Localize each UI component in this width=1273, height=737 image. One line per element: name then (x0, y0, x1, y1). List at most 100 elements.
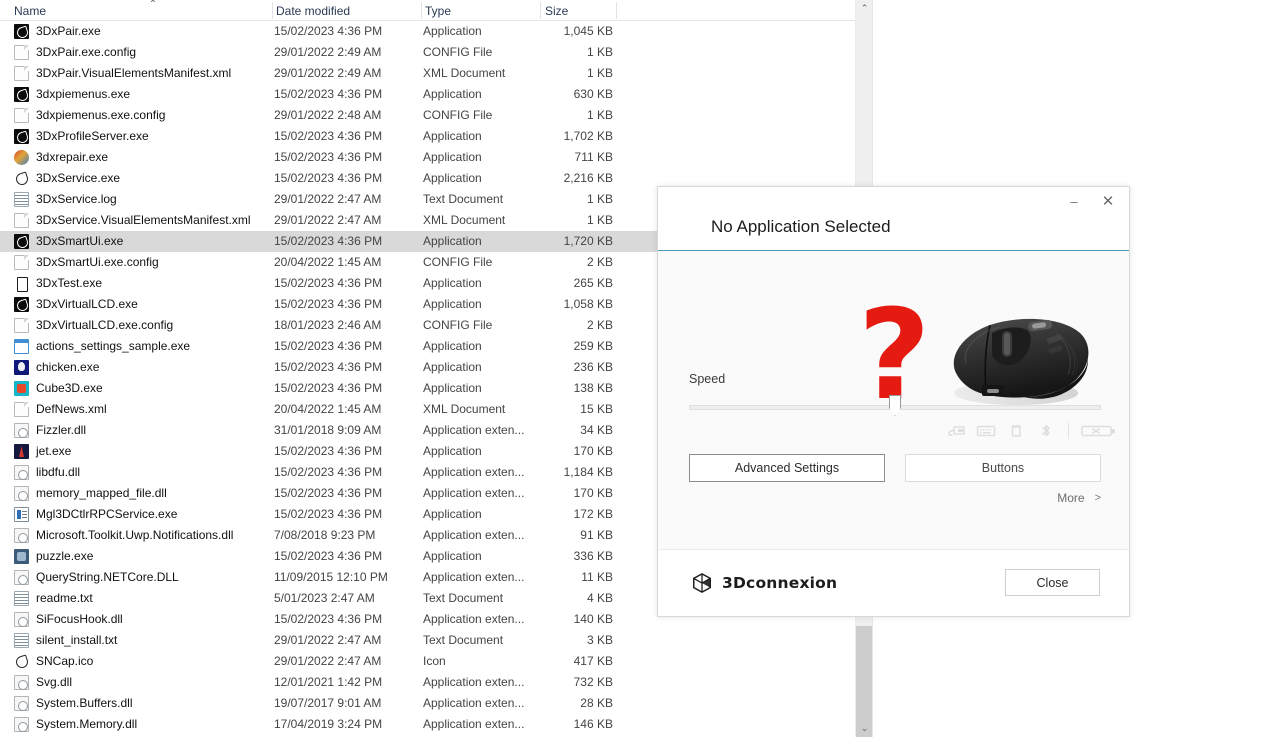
document-icon (14, 66, 29, 81)
size-cell: 265 KB (573, 276, 613, 290)
size-cell: 1 KB (586, 213, 613, 227)
repair-icon (14, 150, 29, 165)
file-row[interactable]: 3dxrepair.exe 15/02/2023 4:36 PM Applicati… (0, 147, 861, 168)
battery-empty-icon (1081, 425, 1115, 437)
puzzle-icon (14, 549, 29, 564)
type-cell: Application exten... (423, 612, 525, 626)
scroll-down-icon[interactable]: ⌄ (856, 720, 873, 737)
size-cell: 170 KB (573, 444, 613, 458)
text-document-icon (14, 192, 29, 207)
date-modified-cell: 29/01/2022 2:48 AM (274, 108, 382, 122)
dialog-titlebar[interactable]: – ✕ (658, 187, 1129, 217)
file-name-cell: 3dxpiemenus.exe (36, 87, 131, 101)
file-row[interactable]: 3DxPair.exe.config 29/01/2022 2:49 AM CONF… (0, 42, 861, 63)
close-button[interactable]: Close (1005, 569, 1100, 596)
text-document-icon (14, 633, 29, 648)
file-name-cell: Cube3D.exe (36, 381, 103, 395)
window-icon (14, 339, 29, 354)
test-icon (14, 276, 29, 292)
file-row[interactable]: silent_install.txt 29/01/2022 2:47 AM Text… (0, 630, 861, 651)
file-row[interactable]: 3dxpiemenus.exe 15/02/2023 4:36 PM Applica… (0, 84, 861, 105)
date-modified-cell: 12/01/2021 1:42 PM (274, 675, 383, 689)
date-modified-cell: 19/07/2017 9:01 AM (274, 696, 382, 710)
column-divider[interactable] (616, 2, 617, 19)
type-cell: Text Document (423, 591, 504, 605)
file-row[interactable]: System.Memory.dll 17/04/2019 3:24 PM Appli… (0, 714, 861, 735)
close-icon[interactable]: ✕ (1095, 191, 1121, 213)
dialog-footer: 3Dconnexion Close (658, 549, 1129, 616)
document-icon (14, 45, 29, 60)
date-modified-cell: 17/04/2019 3:24 PM (274, 717, 383, 731)
more-link[interactable]: More > (1057, 491, 1101, 505)
brand-name: 3Dconnexion (722, 574, 838, 592)
advanced-settings-button[interactable]: Advanced Settings (689, 454, 885, 482)
cube-icon (14, 654, 29, 669)
dll-icon (14, 423, 29, 438)
file-row[interactable]: 3DxPair.exe 15/02/2023 4:36 PM Application… (0, 21, 861, 42)
file-name-cell: Mgl3DCtlrRPCService.exe (36, 507, 178, 521)
size-cell: 2 KB (586, 255, 613, 269)
app-3dx-icon (14, 129, 29, 144)
size-cell: 1 KB (586, 108, 613, 122)
date-modified-cell: 20/04/2022 1:45 AM (274, 402, 382, 416)
type-cell: Application (423, 87, 482, 101)
file-row[interactable]: System.Buffers.dll 19/07/2017 9:01 AM Appl… (0, 693, 861, 714)
file-name-cell: 3DxVirtualLCD.exe (36, 297, 138, 311)
text-document-icon (14, 591, 29, 606)
dialog-body: ? Speed Advanced Settings Buttons More > (658, 251, 1129, 549)
speed-slider[interactable] (689, 395, 1101, 416)
file-name-cell: memory_mapped_file.dll (36, 486, 167, 500)
column-header-date-modified[interactable]: Date modified (276, 4, 350, 18)
file-name-cell: SNCap.ico (36, 654, 94, 668)
size-cell: 630 KB (573, 87, 613, 101)
chevron-right-icon: > (1094, 492, 1101, 504)
type-cell: Application exten... (423, 717, 525, 731)
dll-icon (14, 528, 29, 543)
date-modified-cell: 15/02/2023 4:36 PM (274, 360, 383, 374)
file-row[interactable]: 3DxProfileServer.exe 15/02/2023 4:36 PM Ap… (0, 126, 861, 147)
document-icon (14, 213, 29, 228)
date-modified-cell: 7/08/2018 9:23 PM (274, 528, 376, 542)
buttons-button[interactable]: Buttons (905, 454, 1101, 482)
type-cell: Application (423, 339, 482, 353)
column-divider[interactable] (272, 2, 273, 19)
size-cell: 3 KB (586, 633, 613, 647)
size-cell: 4 KB (586, 591, 613, 605)
type-cell: Application (423, 234, 482, 248)
date-modified-cell: 29/01/2022 2:47 AM (274, 192, 382, 206)
column-divider[interactable] (421, 2, 422, 19)
dll-icon (14, 486, 29, 501)
speed-label: Speed (689, 372, 726, 386)
file-name-cell: libdfu.dll (36, 465, 81, 479)
file-row[interactable]: 3DxPair.VisualElementsManifest.xml 29/01/… (0, 63, 861, 84)
type-cell: Application (423, 444, 482, 458)
size-cell: 732 KB (573, 675, 613, 689)
minimize-icon[interactable]: – (1061, 191, 1087, 213)
size-cell: 1 KB (586, 45, 613, 59)
file-row[interactable]: SNCap.ico 29/01/2022 2:47 AM Icon 417 KB (0, 651, 861, 672)
type-cell: Application exten... (423, 486, 525, 500)
dll-icon (14, 717, 29, 732)
file-name-cell: System.Buffers.dll (36, 696, 133, 710)
column-header-size[interactable]: Size (545, 4, 568, 18)
date-modified-cell: 18/01/2023 2:46 AM (274, 318, 382, 332)
scroll-up-icon[interactable]: ⌃ (856, 0, 873, 17)
column-header-type[interactable]: Type (425, 4, 451, 18)
file-row[interactable]: Svg.dll 12/01/2021 1:42 PM Application ext… (0, 672, 861, 693)
type-cell: Text Document (423, 192, 504, 206)
type-cell: Application (423, 276, 482, 290)
dialog-header: No Application Selected (658, 217, 1129, 250)
date-modified-cell: 29/01/2022 2:47 AM (274, 654, 382, 668)
type-cell: XML Document (423, 402, 506, 416)
column-divider[interactable] (540, 2, 541, 19)
app-3dx-icon (14, 87, 29, 102)
date-modified-cell: 31/01/2018 9:09 AM (274, 423, 382, 437)
column-header-name[interactable]: Name (14, 4, 46, 18)
file-name-cell: Svg.dll (36, 675, 73, 689)
app-3dx-icon (14, 234, 29, 249)
type-cell: Application exten... (423, 570, 525, 584)
file-row[interactable]: 3dxpiemenus.exe.config 29/01/2022 2:48 AM… (0, 105, 861, 126)
sort-ascending-icon[interactable]: ⌃ (146, 0, 160, 10)
file-name-cell: 3DxPair.exe.config (36, 45, 137, 59)
size-cell: 259 KB (573, 339, 613, 353)
